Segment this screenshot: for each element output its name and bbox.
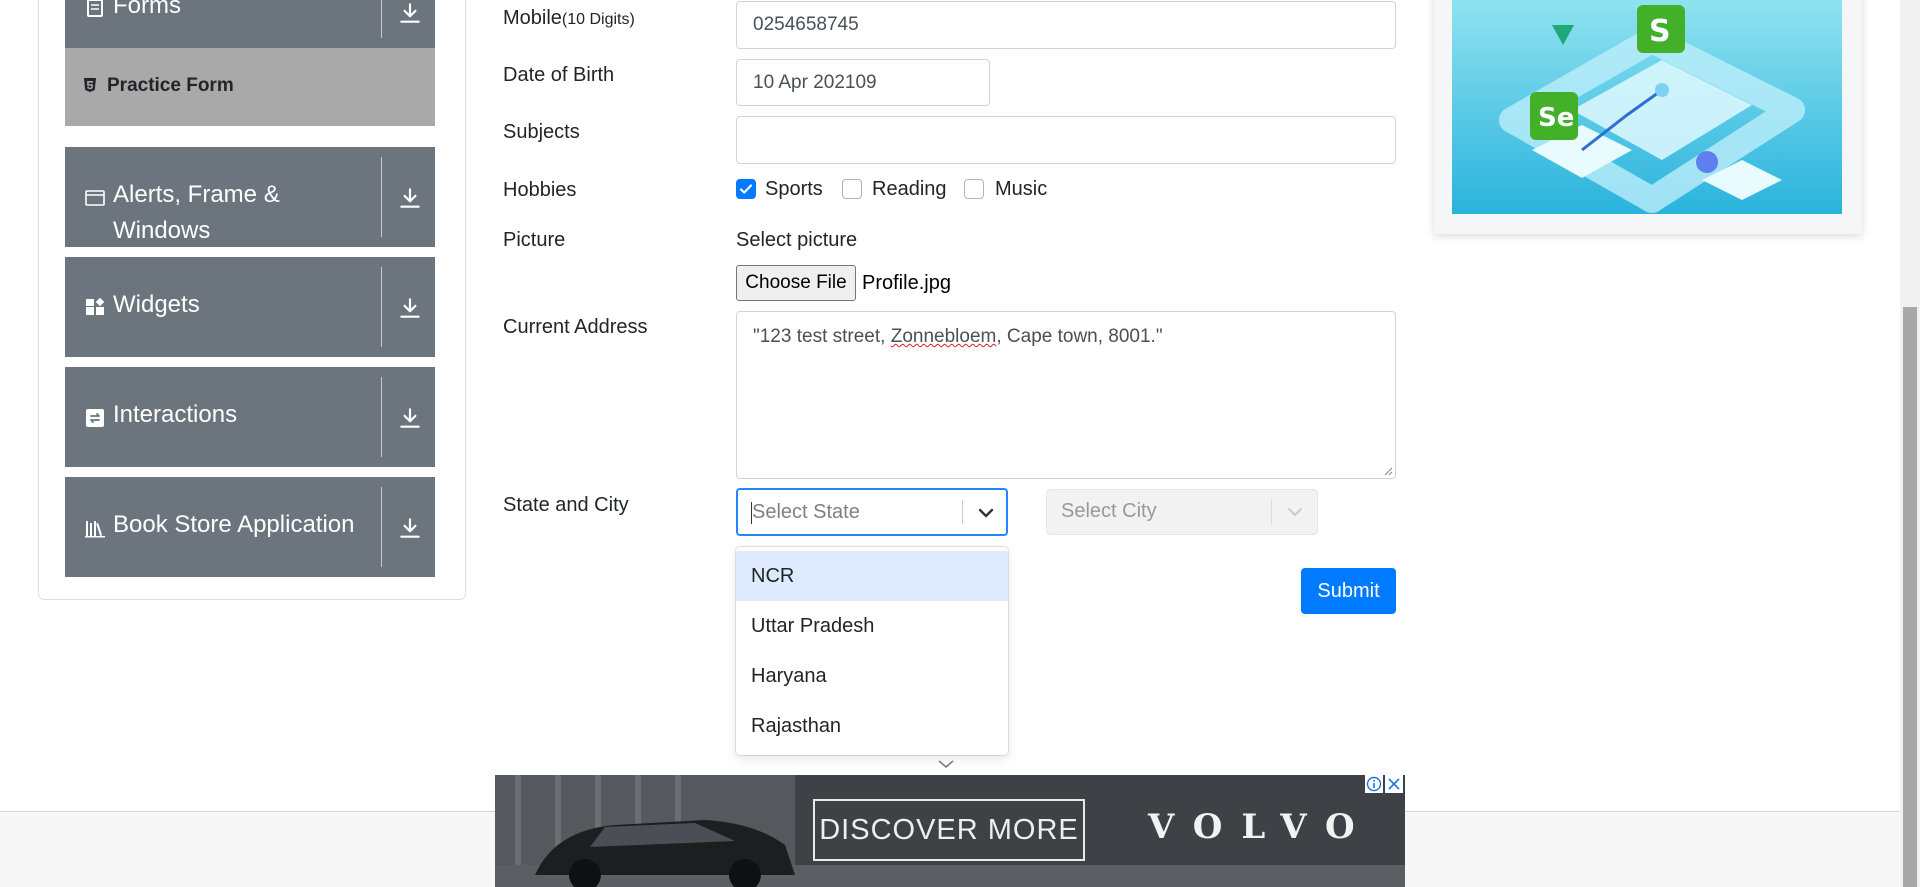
checkmark-icon (739, 184, 753, 194)
dob-label: Date of Birth (503, 64, 615, 86)
sidebar-item-practice-form[interactable]: Practice Form (65, 48, 435, 126)
current-address-textarea[interactable]: "123 test street, Zonnebloem, Cape town,… (736, 311, 1396, 479)
sports-label[interactable]: Sports (765, 178, 823, 201)
interactions-icon (86, 409, 104, 427)
state-select[interactable]: Select State (736, 488, 1008, 536)
ad-close-icon[interactable] (1385, 775, 1403, 793)
state-placeholder: Select State (752, 501, 860, 523)
mobile-hint: (10 Digits) (561, 11, 635, 28)
music-checkbox[interactable] (964, 179, 984, 199)
sidebar-group-label: Alerts, Frame & Windows (113, 181, 280, 244)
svg-text:Se: Se (1538, 103, 1574, 133)
state-option-uttar-pradesh[interactable]: Uttar Pradesh (736, 601, 1008, 651)
picture-label: Picture (503, 229, 566, 251)
divider (381, 487, 382, 567)
indicator-separator (962, 500, 963, 524)
mobile-value: 0254658745 (753, 14, 859, 35)
divider (381, 0, 382, 38)
book-icon (85, 521, 105, 538)
address-text: "123 test street, (753, 326, 891, 347)
state-option-rajasthan[interactable]: Rajasthan (736, 701, 1008, 751)
divider (381, 157, 382, 237)
mobile-input[interactable]: 0254658745 (736, 1, 1396, 49)
music-label[interactable]: Music (995, 178, 1047, 201)
sports-checkbox[interactable] (736, 179, 756, 199)
html5-icon (84, 78, 96, 92)
subjects-label: Subjects (503, 121, 580, 143)
sidebar-group-interactions[interactable]: Interactions (65, 367, 435, 467)
selenium-illustration: Se S (1452, 0, 1842, 214)
sidebar-group-label: Forms (113, 0, 181, 19)
state-option-haryana[interactable]: Haryana (736, 651, 1008, 701)
sidebar-group-label: Interactions (113, 401, 238, 428)
choose-file-button[interactable]: Choose File (736, 265, 856, 301)
sidebar-group-forms[interactable]: Forms (65, 0, 435, 48)
chevron-down-icon (1288, 508, 1302, 516)
indicator-separator (1271, 500, 1272, 524)
state-city-label: State and City (503, 494, 629, 516)
reading-label[interactable]: Reading (872, 178, 947, 201)
city-placeholder: Select City (1061, 500, 1157, 522)
select-picture-label: Select picture (736, 229, 858, 251)
ad-brand: VOLVO (1148, 807, 1374, 847)
sidebar-item-label: Practice Form (107, 75, 234, 96)
widgets-icon (86, 298, 105, 315)
divider (381, 377, 382, 457)
address-text: , Cape town, 8001." (996, 326, 1163, 347)
discover-more-button[interactable]: DISCOVER MORE (813, 799, 1085, 861)
advertisement-banner[interactable]: DISCOVER MORE VOLVO (495, 775, 1405, 887)
sidebar-group-label: Widgets (113, 291, 200, 318)
sidebar-group-book-store[interactable]: Book Store Application (65, 477, 435, 577)
ad-info-icon[interactable] (1365, 775, 1383, 793)
form-icon (87, 0, 103, 17)
sidebar-group-label: Book Store Application (113, 511, 355, 538)
chevron-down-icon[interactable] (976, 503, 996, 523)
divider (381, 267, 382, 347)
sidebar-group-alerts[interactable]: Alerts, Frame & Windows (65, 147, 435, 247)
date-of-birth-input[interactable]: 10 Apr 202109 (736, 59, 990, 106)
current-address-label: Current Address (503, 316, 648, 338)
download-arrow-icon[interactable] (397, 405, 423, 431)
address-misspelled-word: Zonnebloem (890, 326, 997, 347)
download-arrow-icon[interactable] (397, 0, 423, 26)
svg-text:S: S (1649, 14, 1671, 49)
subjects-input[interactable] (736, 116, 1396, 164)
window-icon (85, 190, 105, 206)
dob-value: 10 Apr 202109 (753, 71, 877, 93)
hobbies-label: Hobbies (503, 179, 577, 201)
selenium-promo-banner[interactable]: Se S (1452, 0, 1842, 214)
mobile-label: Mobile(10 Digits) (503, 7, 635, 29)
state-option-ncr[interactable]: NCR (736, 551, 1008, 601)
file-name: Profile.jpg (862, 272, 951, 294)
download-arrow-icon[interactable] (397, 185, 423, 211)
state-dropdown-menu: NCR Uttar Pradesh Haryana Rajasthan (736, 547, 1008, 755)
chevron-down-icon[interactable] (937, 758, 955, 770)
reading-checkbox[interactable] (842, 179, 862, 199)
submit-button[interactable]: Submit (1301, 568, 1396, 614)
city-select[interactable]: Select City (1046, 489, 1318, 535)
download-arrow-icon[interactable] (397, 295, 423, 321)
resize-grip-icon[interactable] (1381, 464, 1393, 476)
sidebar-group-widgets[interactable]: Widgets (65, 257, 435, 357)
scrollbar-thumb[interactable] (1903, 307, 1917, 887)
download-arrow-icon[interactable] (397, 515, 423, 541)
